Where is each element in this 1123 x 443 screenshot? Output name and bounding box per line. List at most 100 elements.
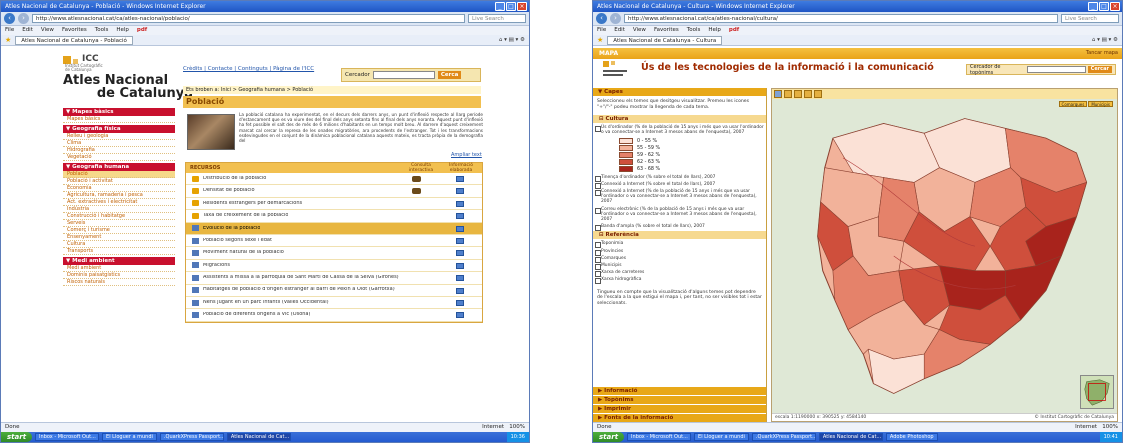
document-icon[interactable]: [456, 225, 464, 232]
sidebar-item[interactable]: Cultura: [63, 241, 175, 248]
taskbar-button[interactable]: El Lloguer a mundi: [102, 433, 157, 441]
reference-layer[interactable]: Comarques: [593, 256, 766, 264]
taskbar-button[interactable]: Inbox - Microsoft Out...: [627, 433, 692, 441]
minimize-icon[interactable]: _: [1088, 2, 1098, 11]
menu-item-favorites[interactable]: Favorites: [654, 26, 679, 35]
document-icon[interactable]: [456, 262, 464, 269]
sidebar-item[interactable]: Agricultura, ramaderia i pesca: [63, 192, 175, 199]
sidebar-item[interactable]: Població: [63, 171, 175, 178]
url-field[interactable]: http://www.atlesnacional.cat/ca/atles-na…: [32, 14, 465, 23]
zoom-level[interactable]: 100%: [509, 424, 525, 430]
sidebar-item[interactable]: Dominis paisatgístics: [63, 272, 175, 279]
taskbar-button[interactable]: .QuarkXPress Passport...: [751, 433, 816, 441]
resource-title[interactable]: Residents estrangers per demarcacions: [203, 201, 302, 207]
start-button[interactable]: start: [1, 432, 33, 442]
document-icon[interactable]: [456, 312, 464, 319]
sidebar-item[interactable]: Economia: [63, 185, 175, 192]
sidebar-item[interactable]: Clima: [63, 140, 175, 147]
toponym-search-button[interactable]: Cercar: [1087, 66, 1112, 73]
resource-row[interactable]: Població de diferents orígens a Vic (Oso…: [186, 309, 482, 322]
start-button[interactable]: start: [593, 432, 625, 442]
favorites-star-icon[interactable]: ★: [5, 36, 11, 44]
resource-title[interactable]: Distribució de la població: [203, 176, 266, 182]
resource-title[interactable]: Evolució de la població: [203, 226, 260, 232]
interactive-map-icon[interactable]: [412, 176, 421, 182]
resource-title[interactable]: Població segons sexe i edat: [203, 238, 272, 244]
back-icon[interactable]: ‹: [596, 13, 607, 24]
print-icon[interactable]: [814, 90, 822, 98]
map-nav-button[interactable]: Municipis: [1088, 101, 1113, 107]
overview-minimap[interactable]: [1080, 375, 1114, 409]
map-tab[interactable]: MAPA: [599, 50, 618, 57]
resource-row[interactable]: Distribució de la població: [186, 173, 482, 186]
document-icon[interactable]: [456, 200, 464, 207]
sidebar-item[interactable]: Hidrografia: [63, 147, 175, 154]
resource-row[interactable]: Habitatges de població d'origen estrange…: [186, 285, 482, 297]
info-icon[interactable]: [804, 90, 812, 98]
layer-main[interactable]: Ús d'ordinador (% de la població de 15 a…: [593, 125, 766, 135]
close-map-link[interactable]: Tancar mapa: [1086, 48, 1118, 59]
resource-row[interactable]: Evolució de la població: [186, 222, 482, 235]
sidebar-section-0[interactable]: ▼ Mapes bàsics: [63, 108, 175, 116]
resource-title[interactable]: Nens jugant en un parc infantil (Vallès …: [203, 300, 329, 306]
interactive-map-icon[interactable]: [412, 188, 421, 195]
menu-item-help[interactable]: Help: [708, 26, 721, 35]
reference-layer[interactable]: Xarxa hidrogràfica: [593, 277, 766, 285]
menu-item-file[interactable]: File: [597, 26, 606, 35]
zoom-out-icon[interactable]: [794, 90, 802, 98]
breadcrumb[interactable]: Ets broben a: Inici > Geografia humana >…: [183, 86, 481, 94]
minimize-icon[interactable]: _: [495, 2, 505, 11]
document-icon[interactable]: [456, 250, 464, 257]
bottom-tab[interactable]: ▶ Informació: [593, 386, 766, 395]
close-icon[interactable]: ×: [517, 2, 527, 11]
page-tab[interactable]: Atles Nacional de Catalunya - Cultura: [607, 35, 723, 45]
sidebar-item[interactable]: Medi ambient: [63, 265, 175, 272]
layer-option[interactable]: Correu electrònic (% de la població de 1…: [593, 207, 766, 223]
menu-item-help[interactable]: Help: [116, 26, 129, 35]
more-link[interactable]: Ampliar text: [451, 152, 482, 158]
pan-icon[interactable]: [774, 90, 782, 98]
taskbar-button[interactable]: El Lloguer a mundi: [694, 433, 749, 441]
menu-item-view[interactable]: View: [633, 26, 646, 35]
resource-row[interactable]: Residents estrangers per demarcacions: [186, 198, 482, 211]
top-links[interactable]: Crèdits | Contacte | Continguts | Pàgina…: [183, 66, 314, 72]
search-input[interactable]: Live Search: [468, 14, 526, 23]
search-input[interactable]: Live Search: [1061, 14, 1119, 23]
toponym-input[interactable]: [1026, 66, 1086, 73]
search-button[interactable]: Cerca: [437, 71, 462, 79]
map-viewer[interactable]: Comarques Municipis escala 1:1190000 x: 3…: [771, 88, 1118, 422]
resource-title[interactable]: Població de diferents orígens a Vic (Oso…: [203, 312, 310, 318]
sidebar-section-2[interactable]: ▼ Geografia humana: [63, 163, 175, 171]
resource-title[interactable]: Migracions: [203, 263, 230, 269]
menu-item-edit[interactable]: Edit: [22, 26, 33, 35]
sidebar-section-1[interactable]: ▼ Geografia física: [63, 125, 175, 133]
reference-layer[interactable]: Xarxa de carreteres: [593, 270, 766, 278]
taskbar-button[interactable]: .QuarkXPress Passport...: [159, 433, 224, 441]
menu-item-edit[interactable]: Edit: [614, 26, 625, 35]
bottom-tab[interactable]: ▶ Topònims: [593, 395, 766, 404]
sidebar-item[interactable]: Mapes bàsics: [63, 116, 175, 123]
maximize-icon[interactable]: □: [1099, 2, 1109, 11]
choropleth-map[interactable]: [772, 99, 1117, 413]
pdf-toolbar-label[interactable]: pdf: [137, 26, 147, 35]
document-icon[interactable]: [456, 287, 464, 294]
menu-item-tools[interactable]: Tools: [687, 26, 701, 35]
sidebar-item[interactable]: Vegetació: [63, 154, 175, 161]
map-nav-button[interactable]: Comarques: [1058, 101, 1088, 107]
close-icon[interactable]: ×: [1110, 2, 1120, 11]
bottom-tab[interactable]: ▶ Imprimir: [593, 404, 766, 413]
url-field[interactable]: http://www.atlesnacional.cat/ca/atles-na…: [624, 14, 1058, 23]
reference-layer[interactable]: Toponímia: [593, 241, 766, 249]
document-icon[interactable]: [456, 275, 464, 282]
sidebar-item[interactable]: Indústria: [63, 206, 175, 213]
zoom-level[interactable]: 100%: [1102, 424, 1118, 430]
layer-option[interactable]: Connexió a Internet (% de la població de…: [593, 189, 766, 205]
sidebar-item[interactable]: Construcció i habitatge: [63, 213, 175, 220]
resource-row[interactable]: Nens jugant en un parc infantil (Vallès …: [186, 297, 482, 310]
menu-item-favorites[interactable]: Favorites: [62, 26, 87, 35]
taskbar-button[interactable]: Atles Nacional de Cat...: [226, 433, 291, 441]
taskbar-button[interactable]: Inbox - Microsoft Out...: [35, 433, 100, 441]
sidebar-item[interactable]: Població i activitat: [63, 178, 175, 185]
document-icon[interactable]: [456, 213, 464, 220]
pdf-toolbar-label[interactable]: pdf: [729, 26, 739, 35]
